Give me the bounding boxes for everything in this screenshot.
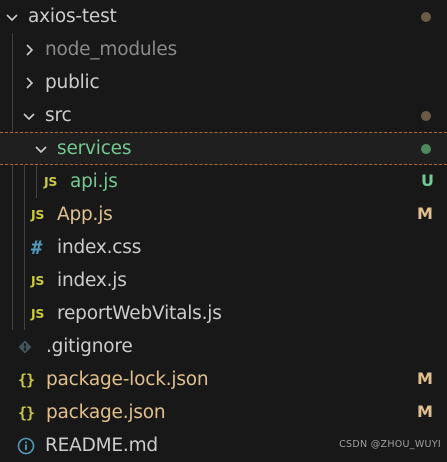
tree-item-app-js[interactable]: JS App.js M bbox=[0, 198, 447, 231]
tree-item-label: src bbox=[45, 105, 72, 126]
tree-item-axios-test[interactable]: axios-test bbox=[0, 0, 447, 33]
git-status-badge: U bbox=[421, 171, 434, 190]
js-file-icon: JS bbox=[44, 174, 58, 189]
tree-item-label: node_modules bbox=[45, 39, 177, 60]
tree-item-label: README.md bbox=[45, 435, 158, 456]
chevron-down-icon bbox=[33, 141, 49, 157]
tree-item-label: package.json bbox=[46, 402, 166, 423]
chevron-down-icon bbox=[4, 9, 20, 25]
git-decoration-dot bbox=[421, 111, 431, 121]
chevron-right-icon bbox=[21, 75, 37, 91]
tree-item-label: services bbox=[57, 138, 132, 159]
tree-item-label: api.js bbox=[70, 171, 118, 192]
git-file-icon bbox=[18, 340, 40, 354]
tree-item-index-js[interactable]: JS index.js bbox=[0, 264, 447, 297]
tree-item-index-css[interactable]: # index.css bbox=[0, 231, 447, 264]
watermark: CSDN @ZHOU_WUYI bbox=[339, 439, 441, 450]
chevron-down-icon bbox=[21, 108, 37, 124]
tree-item-package-lock-json[interactable]: {} package-lock.json M bbox=[0, 363, 447, 396]
file-explorer: axios-test node_modules public src servi… bbox=[0, 0, 447, 458]
tree-item-public[interactable]: public bbox=[0, 66, 447, 99]
tree-item-label: public bbox=[45, 72, 100, 93]
tree-item-node-modules[interactable]: node_modules bbox=[0, 33, 447, 66]
json-file-icon: {} bbox=[18, 370, 35, 389]
tree-item-label: package-lock.json bbox=[46, 369, 209, 390]
git-decoration-dot bbox=[421, 144, 431, 154]
git-status-badge: M bbox=[417, 204, 433, 223]
chevron-right-icon bbox=[21, 42, 37, 58]
tree-item-services[interactable]: services bbox=[0, 132, 447, 165]
tree-item-label: index.js bbox=[57, 270, 127, 291]
css-file-icon: # bbox=[31, 236, 43, 259]
tree-item-gitignore[interactable]: .gitignore bbox=[0, 330, 447, 363]
tree-item-package-json[interactable]: {} package.json M bbox=[0, 396, 447, 429]
git-decoration-dot bbox=[421, 12, 431, 22]
tree-item-label: reportWebVitals.js bbox=[57, 303, 222, 324]
json-file-icon: {} bbox=[18, 403, 35, 422]
tree-item-src[interactable]: src bbox=[0, 99, 447, 132]
tree-item-label: axios-test bbox=[28, 6, 117, 27]
info-file-icon bbox=[17, 437, 39, 455]
tree-item-label: App.js bbox=[57, 204, 113, 225]
js-file-icon: JS bbox=[31, 273, 45, 288]
tree-item-reportwebvitals-js[interactable]: JS reportWebVitals.js bbox=[0, 297, 447, 330]
tree-item-label: .gitignore bbox=[46, 336, 133, 357]
js-file-icon: JS bbox=[31, 306, 45, 321]
tree-item-api-js[interactable]: JS api.js U bbox=[0, 165, 447, 198]
git-status-badge: M bbox=[417, 402, 433, 421]
js-file-icon: JS bbox=[31, 207, 45, 222]
tree-item-label: index.css bbox=[57, 237, 142, 258]
git-status-badge: M bbox=[417, 369, 433, 388]
